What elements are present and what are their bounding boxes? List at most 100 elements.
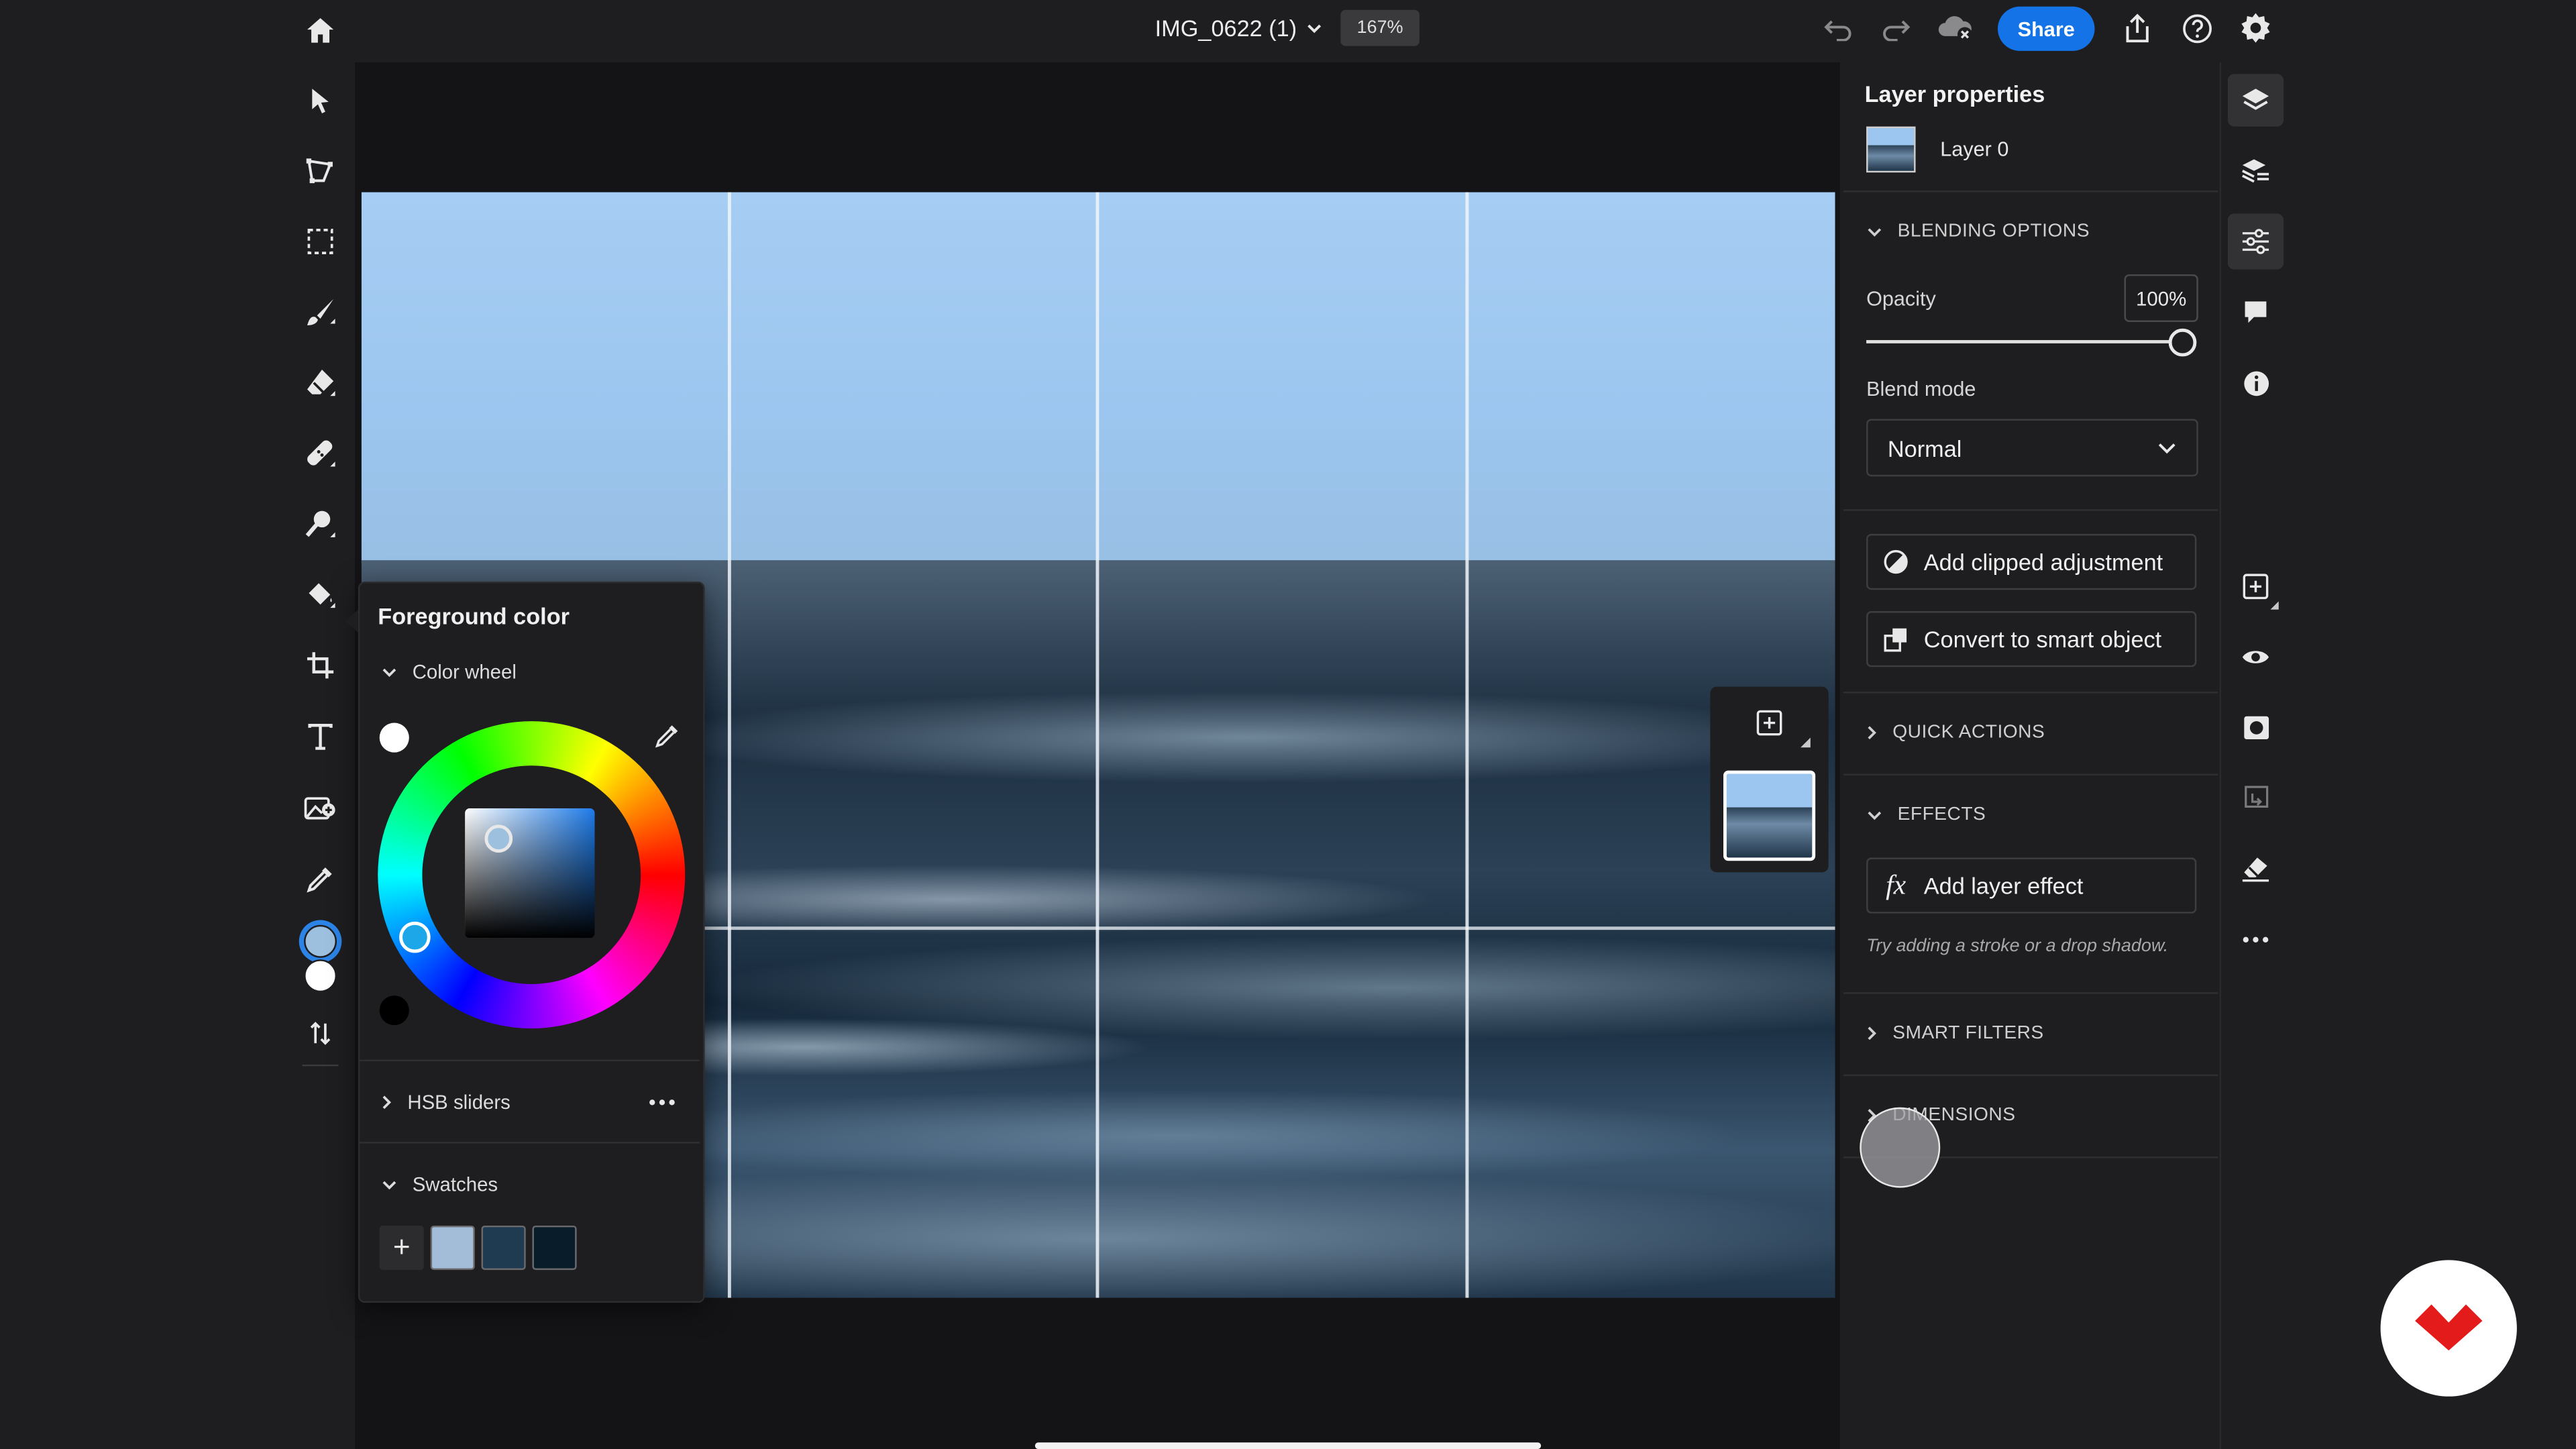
eyedropper-icon[interactable] [651, 720, 684, 753]
layer-properties-panel [1841, 62, 2220, 1449]
home-indicator-bar [1034, 1442, 1542, 1449]
add-layer-icon[interactable] [1750, 703, 1789, 743]
settings-gear-icon[interactable] [2236, 8, 2275, 48]
grid-line-vertical [727, 192, 731, 1298]
clipping-mask-icon[interactable] [2228, 772, 2284, 824]
visibility-eye-icon[interactable] [2228, 631, 2284, 683]
hsb-sliders-section-toggle[interactable]: HSB sliders [381, 1091, 511, 1114]
lasso-tool-icon[interactable] [296, 146, 345, 195]
blending-options-toggle[interactable]: BLENDING OPTIONS [1866, 222, 2090, 241]
opacity-slider-track[interactable] [1866, 339, 2172, 343]
more-options-corner-icon [1801, 737, 1811, 748]
redo-icon[interactable] [1876, 10, 1916, 50]
panel-divider [1843, 191, 2218, 193]
black-preset-dot[interactable] [379, 996, 409, 1026]
paint-bucket-icon[interactable] [296, 570, 345, 619]
export-icon[interactable] [2118, 8, 2157, 48]
opacity-input[interactable]: 100% [2124, 274, 2198, 323]
swatches-section-toggle[interactable]: Swatches [381, 1173, 498, 1196]
erase-layer-icon[interactable] [2228, 843, 2284, 895]
more-options-icon[interactable] [644, 1086, 680, 1119]
place-image-icon[interactable] [296, 782, 345, 831]
white-preset-dot[interactable] [379, 722, 409, 753]
effect-hint-text: Try adding a stroke or a drop shadow. [1866, 936, 2169, 957]
foreground-color-swatch[interactable] [304, 924, 337, 958]
chevron-down-icon [382, 667, 396, 676]
crop-tool-icon[interactable] [296, 641, 345, 690]
smart-filters-toggle[interactable]: SMART FILTERS [1866, 1024, 2044, 1043]
marquee-tool-icon[interactable] [296, 217, 345, 266]
background-color-swatch[interactable] [304, 959, 337, 993]
chevron-down-icon [2158, 443, 2176, 454]
chevron-down-icon [1868, 227, 1882, 236]
swatch-light-blue[interactable] [430, 1225, 475, 1271]
more-options-corner-icon [2270, 601, 2279, 610]
layer-mask-icon[interactable] [2228, 702, 2284, 754]
effects-toggle[interactable]: EFFECTS [1866, 805, 1986, 824]
smart-filters-label: SMART FILTERS [1892, 1023, 2044, 1044]
add-layer-effect-button[interactable]: fx Add layer effect [1866, 857, 2197, 914]
eyedropper-tool-icon[interactable] [296, 854, 345, 903]
add-clipped-adjustment-button[interactable]: Add clipped adjustment [1866, 533, 2197, 590]
blend-mode-value: Normal [1887, 435, 1962, 462]
blend-mode-dropdown[interactable]: Normal [1866, 419, 2198, 477]
swap-colors-icon[interactable] [296, 1009, 345, 1058]
color-wheel-label: Color wheel [412, 660, 517, 684]
comments-icon[interactable] [2228, 286, 2284, 338]
panel-divider [1843, 992, 2218, 994]
grid-line-vertical [1465, 192, 1469, 1298]
document-title-label: IMG_0622 (1) [1155, 15, 1297, 42]
convert-to-smart-object-label: Convert to smart object [1923, 626, 2162, 653]
effects-label: EFFECTS [1897, 805, 1986, 825]
select-tool-icon[interactable] [296, 76, 345, 125]
undo-icon[interactable] [1819, 10, 1858, 50]
blending-options-label: BLENDING OPTIONS [1897, 221, 2090, 242]
layer-thumbnail-small [1866, 126, 1916, 173]
saturation-brightness-picker[interactable] [465, 808, 595, 938]
chevron-down-icon [1868, 810, 1882, 819]
opacity-slider-handle[interactable] [2168, 328, 2197, 357]
document-title[interactable]: IMG_0622 (1) [1155, 15, 1324, 41]
healing-brush-icon[interactable] [296, 429, 345, 478]
popover-divider [360, 1142, 700, 1144]
brush-tool-icon[interactable] [296, 288, 345, 337]
properties-sliders-icon[interactable] [2227, 213, 2284, 270]
toolbar-divider [302, 1064, 339, 1067]
help-icon[interactable] [2177, 8, 2216, 48]
zoom-level[interactable]: 167% [1340, 9, 1419, 46]
popover-title: Foreground color [378, 602, 570, 629]
add-swatch-button[interactable]: + [379, 1225, 424, 1271]
more-options-icon[interactable] [2228, 914, 2284, 966]
share-button[interactable]: Share [1997, 6, 2095, 51]
swatch-dark-navy[interactable] [532, 1225, 577, 1271]
convert-to-smart-object-button[interactable]: Convert to smart object [1866, 611, 2197, 667]
hue-handle[interactable] [399, 921, 431, 953]
hsb-sliders-label: HSB sliders [407, 1091, 511, 1114]
panel-divider [1843, 773, 2218, 775]
cloud-sync-icon[interactable] [1933, 8, 1976, 48]
touch-indicator [1860, 1107, 1941, 1188]
quick-actions-toggle[interactable]: QUICK ACTIONS [1866, 723, 2045, 743]
fx-icon: fx [1886, 869, 1907, 901]
home-icon[interactable] [301, 10, 340, 50]
layer-thumbnail[interactable] [1723, 770, 1816, 861]
info-icon[interactable] [2228, 356, 2284, 409]
type-tool-icon[interactable] [296, 711, 345, 760]
popover-pointer [345, 609, 358, 633]
blend-mode-label: Blend mode [1866, 378, 1976, 401]
grid-line-vertical [1095, 192, 1099, 1298]
panel-divider [1843, 1074, 2218, 1077]
layers-icon[interactable] [2227, 74, 2284, 127]
rail-divider [2219, 62, 2222, 1449]
layer-list-icon[interactable] [2228, 145, 2284, 197]
brand-mark-icon [2415, 1304, 2483, 1351]
chevron-right-icon [1868, 1026, 1876, 1040]
chevron-down-icon [1308, 23, 1322, 33]
swatch-navy[interactable] [481, 1225, 526, 1271]
color-wheel-section-toggle[interactable]: Color wheel [381, 660, 517, 684]
eraser-tool-icon[interactable] [296, 358, 345, 407]
saturation-brightness-handle[interactable] [484, 824, 513, 853]
brand-logo [2380, 1260, 2517, 1397]
clone-stamp-icon[interactable] [296, 499, 345, 548]
chevron-right-icon [382, 1095, 392, 1110]
